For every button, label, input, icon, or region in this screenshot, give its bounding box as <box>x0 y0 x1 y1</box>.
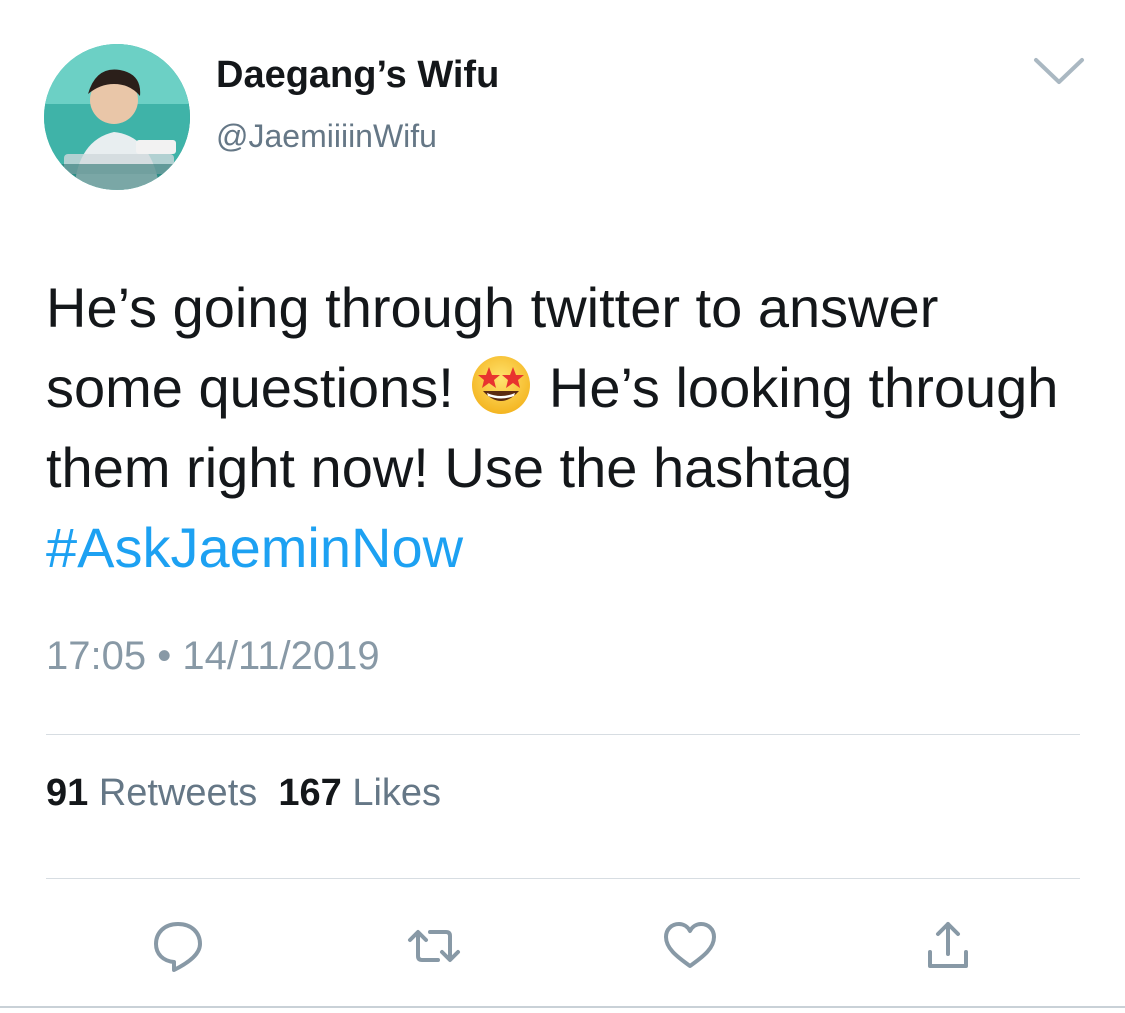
likes-count: 167 <box>278 772 342 814</box>
tweet-text: He’s going through twitter to answer som… <box>46 268 1086 588</box>
divider <box>46 878 1080 879</box>
likes-label: Likes <box>352 772 442 814</box>
tweet-stats: 91 Retweets 167 Likes <box>46 772 441 815</box>
tweet-time: 17:05 <box>46 634 147 678</box>
reply-icon <box>154 922 202 972</box>
likes-stat[interactable]: 167 Likes <box>278 772 441 814</box>
divider <box>46 734 1080 735</box>
retweet-icon <box>408 930 460 962</box>
display-name[interactable]: Daegang’s Wifu <box>216 54 499 97</box>
hashtag-link[interactable]: #AskJaeminNow <box>46 516 463 579</box>
share-button[interactable] <box>918 916 978 976</box>
tweet-date: 14/11/2019 <box>182 634 380 678</box>
user-handle[interactable]: @JaemiiiinWifu <box>216 118 437 155</box>
retweets-stat[interactable]: 91 Retweets <box>46 772 257 814</box>
retweet-button[interactable] <box>404 916 464 976</box>
chevron-down-icon[interactable] <box>1030 50 1088 90</box>
reply-button[interactable] <box>148 916 208 976</box>
retweets-count: 91 <box>46 772 89 814</box>
tweet-timestamp: 17:05 • 14/11/2019 <box>46 634 380 679</box>
bottom-border <box>0 1006 1125 1008</box>
share-icon <box>928 922 968 968</box>
like-button[interactable] <box>660 916 720 976</box>
retweets-label: Retweets <box>98 772 258 814</box>
star-struck-emoji-icon <box>469 353 533 417</box>
heart-icon <box>664 922 716 968</box>
timestamp-separator: • <box>157 634 172 678</box>
avatar[interactable] <box>44 44 190 190</box>
profile-photo <box>44 44 190 190</box>
